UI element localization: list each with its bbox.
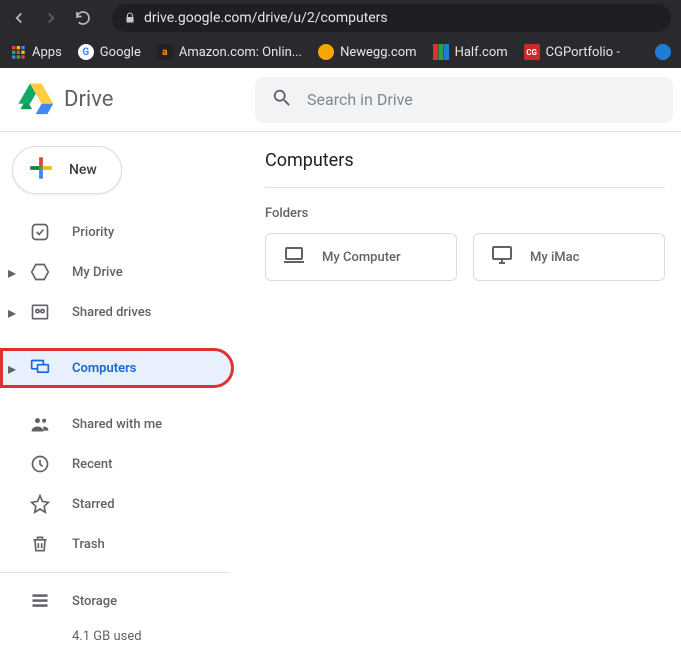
folder-card[interactable]: My iMac (473, 233, 665, 281)
bookmark-label: Half.com (455, 45, 508, 60)
drive-logo-icon (18, 80, 54, 120)
nav-label: Shared with me (72, 417, 162, 432)
sidebar: New Priority ▸ My Drive ▸ S (0, 132, 255, 644)
address-bar[interactable]: drive.google.com/drive/u/2/computers (112, 4, 671, 32)
bookmark-newegg[interactable]: Newegg.com (318, 44, 416, 60)
bookmark-google[interactable]: G Google (78, 44, 141, 60)
apps-icon (10, 44, 26, 60)
folder-card[interactable]: My Computer (265, 233, 457, 281)
nav-label: Priority (72, 225, 114, 240)
starred-icon (28, 492, 52, 516)
sidebar-item-computers[interactable]: ▸ Computers (0, 348, 234, 388)
recent-icon (28, 452, 52, 476)
page-title: Computers (265, 150, 665, 188)
nav-label: Trash (72, 537, 105, 552)
nav-label: My Drive (72, 265, 123, 280)
sidebar-item-trash[interactable]: Trash (0, 524, 255, 564)
sidebar-item-shared[interactable]: Shared with me (0, 404, 255, 444)
bookmark-label: CGPortfolio - (546, 45, 620, 60)
bookmark-amazon[interactable]: a Amazon.com: Onlin... (157, 44, 302, 60)
sidebar-item-priority[interactable]: Priority (0, 212, 255, 252)
new-button[interactable]: New (12, 146, 122, 194)
storage-icon (28, 589, 52, 613)
amazon-icon: a (157, 44, 173, 60)
newegg-icon (318, 44, 334, 60)
expand-arrow-icon[interactable]: ▸ (8, 359, 16, 378)
section-label: Folders (265, 206, 665, 221)
sidebar-item-starred[interactable]: Starred (0, 484, 255, 524)
shareddrives-icon (28, 300, 52, 324)
nav-label: Recent (72, 457, 112, 472)
bookmark-label: Newegg.com (340, 45, 416, 60)
forward-button[interactable] (42, 9, 60, 27)
shared-icon (28, 412, 52, 436)
laptop-icon (282, 243, 306, 271)
desktop-icon (490, 243, 514, 271)
folder-card-label: My Computer (322, 250, 401, 265)
bookmark-half[interactable]: Half.com (433, 44, 508, 60)
expand-arrow-icon[interactable]: ▸ (8, 303, 16, 322)
reload-button[interactable] (74, 9, 92, 27)
nav-label: Starred (72, 497, 115, 512)
priority-icon (28, 220, 52, 244)
bookmark-more[interactable] (655, 44, 671, 60)
mydrive-icon (28, 260, 52, 284)
search-box[interactable] (255, 77, 673, 123)
sidebar-item-recent[interactable]: Recent (0, 444, 255, 484)
folders-grid: My Computer My iMac (265, 233, 665, 281)
bookmark-label: Apps (32, 45, 62, 60)
sidebar-divider (0, 572, 230, 573)
globe-icon (655, 44, 671, 60)
bookmark-label: Amazon.com: Onlin... (179, 45, 302, 60)
search-icon (271, 87, 293, 113)
storage-used-text: 4.1 GB used (0, 629, 255, 644)
lock-icon (124, 9, 136, 28)
nav-label: Shared drives (72, 305, 151, 320)
bookmarks-bar: Apps G Google a Amazon.com: Onlin... New… (0, 36, 681, 68)
folder-card-label: My iMac (530, 250, 579, 265)
product-name: Drive (64, 87, 113, 112)
expand-arrow-icon[interactable]: ▸ (8, 263, 16, 282)
new-button-label: New (69, 162, 97, 178)
nav-label: Computers (72, 361, 136, 376)
bookmark-label: Google (100, 45, 141, 60)
back-button[interactable] (10, 9, 28, 27)
main-content: Computers Folders My Computer My iMac (255, 132, 681, 644)
computers-icon (28, 356, 52, 380)
half-icon (433, 44, 449, 60)
logo[interactable]: Drive (0, 80, 255, 120)
sidebar-item-shareddrives[interactable]: ▸ Shared drives (0, 292, 255, 332)
url-text: drive.google.com/drive/u/2/computers (144, 10, 388, 26)
search-input[interactable] (307, 90, 657, 109)
sidebar-item-mydrive[interactable]: ▸ My Drive (0, 252, 255, 292)
sidebar-item-storage[interactable]: Storage (0, 581, 255, 621)
cg-icon: CG (524, 44, 540, 60)
google-icon: G (78, 44, 94, 60)
nav-list: Priority ▸ My Drive ▸ Shared drives ▸ (0, 212, 255, 644)
app-header: Drive (0, 68, 681, 132)
browser-toolbar: drive.google.com/drive/u/2/computers (0, 0, 681, 36)
plus-icon (25, 152, 57, 188)
trash-icon (28, 532, 52, 556)
nav-label: Storage (72, 594, 117, 609)
bookmark-cg[interactable]: CG CGPortfolio - (524, 44, 620, 60)
bookmark-apps[interactable]: Apps (10, 44, 62, 60)
